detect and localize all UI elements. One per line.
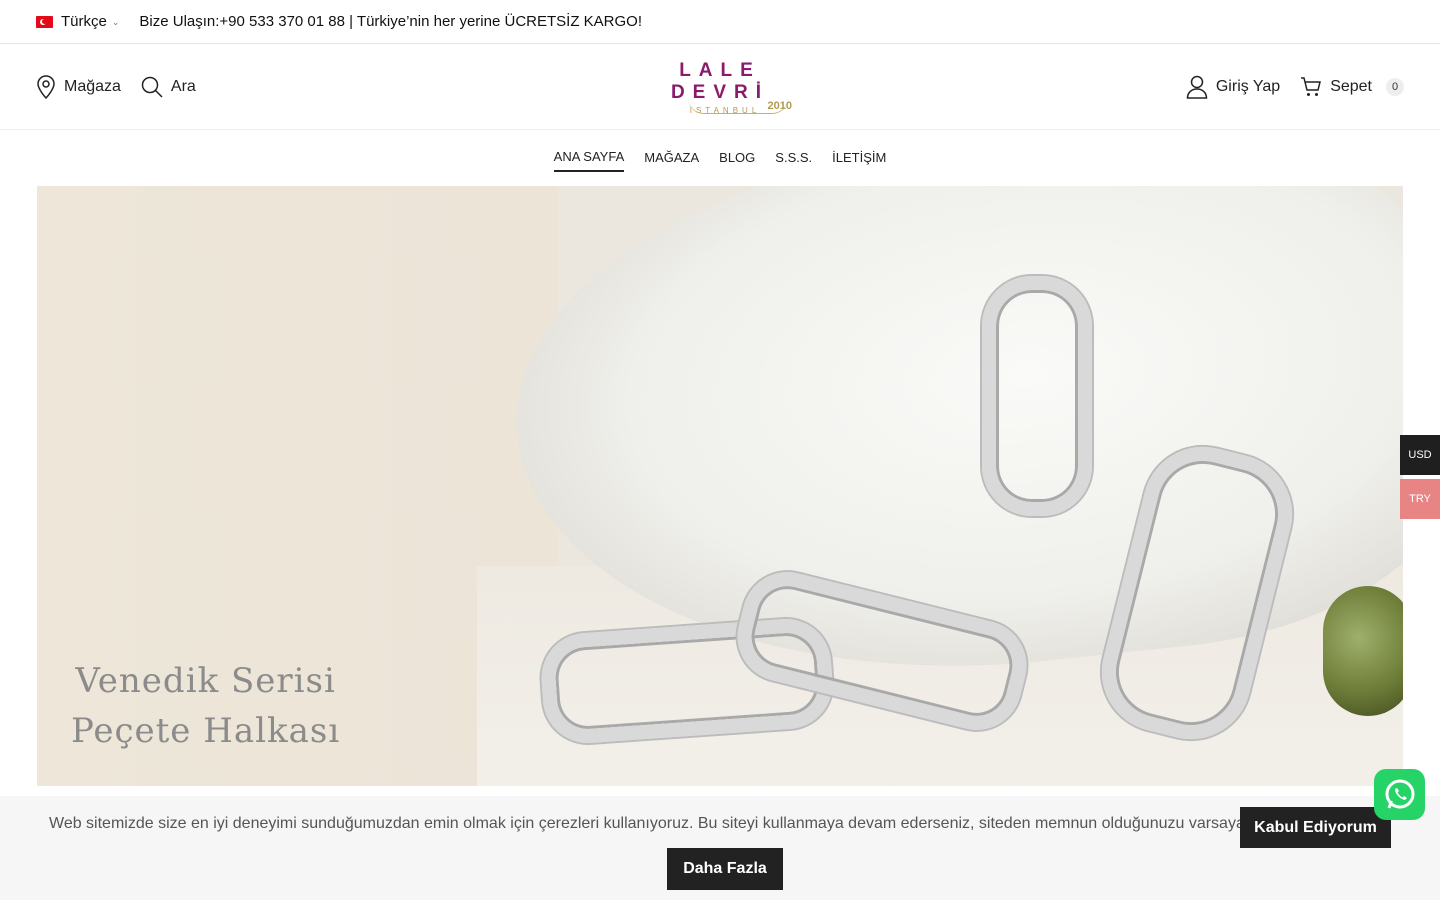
site-logo[interactable]: LALE DEVRİ İSTANBUL 2010 [628, 60, 812, 115]
cart-label: Sepet [1330, 77, 1372, 95]
store-label: Mağaza [64, 77, 121, 95]
hero-title-line2: Peçete Halkası [71, 711, 341, 751]
cart-icon [1301, 76, 1322, 96]
hero-title-line1: Venedik Serisi [75, 661, 336, 701]
nav-item-home[interactable]: ANA SAYFA [553, 143, 625, 172]
hero-title: Venedik Serisi Peçete Halkası [71, 656, 340, 756]
whatsapp-icon [1385, 779, 1414, 809]
currency-try-button[interactable]: TRY [1400, 479, 1440, 519]
login-link[interactable]: Giriş Yap [1186, 75, 1280, 99]
nav-item-blog[interactable]: BLOG [719, 144, 755, 171]
header: Mağaza Ara LALE DEVRİ İSTANBUL 2010 Giri… [0, 44, 1440, 130]
map-pin-icon [37, 74, 55, 99]
cart-link[interactable]: Sepet 0 [1300, 76, 1404, 97]
napkin-ring-image [982, 276, 1092, 516]
cookie-banner: Web sitemizde size en iyi deneyimi sundu… [0, 796, 1440, 900]
nav-item-faq[interactable]: S.S.S. [775, 144, 812, 171]
cookie-accept-button[interactable]: Kabul Ediyorum [1240, 807, 1391, 848]
whatsapp-button[interactable] [1374, 769, 1425, 820]
contact-info: Bize Ulaşın:+90 533 370 01 88 | Türkiye’… [139, 13, 642, 30]
top-bar: Türkçe ⌄ Bize Ulaşın:+90 533 370 01 88 |… [0, 0, 1440, 44]
cookie-more-button[interactable]: Daha Fazla [667, 848, 783, 890]
language-selector[interactable]: Türkçe ⌄ [36, 13, 119, 30]
chevron-down-icon: ⌄ [111, 17, 120, 27]
pinecone-image [1323, 586, 1403, 716]
search-icon [141, 76, 163, 98]
turkey-flag-icon [36, 15, 53, 28]
store-link[interactable]: Mağaza [36, 74, 121, 99]
nav-item-contact[interactable]: İLETİŞİM [832, 144, 886, 171]
cookie-text: Web sitemizde size en iyi deneyimi sundu… [49, 815, 1288, 832]
language-label: Türkçe [61, 13, 107, 30]
hero-banner[interactable]: Venedik Serisi Peçete Halkası [37, 186, 1403, 786]
search-button[interactable]: Ara [141, 76, 196, 98]
main-nav: ANA SAYFA MAĞAZA BLOG S.S.S. İLETİŞİM [0, 130, 1440, 185]
user-icon [1186, 75, 1208, 99]
currency-usd-button[interactable]: USD [1400, 435, 1440, 475]
search-label: Ara [170, 77, 196, 95]
logo-year: 2010 [767, 100, 792, 112]
login-label: Giriş Yap [1215, 77, 1281, 95]
nav-item-store[interactable]: MAĞAZA [644, 144, 699, 171]
cart-count-badge: 0 [1386, 77, 1404, 96]
